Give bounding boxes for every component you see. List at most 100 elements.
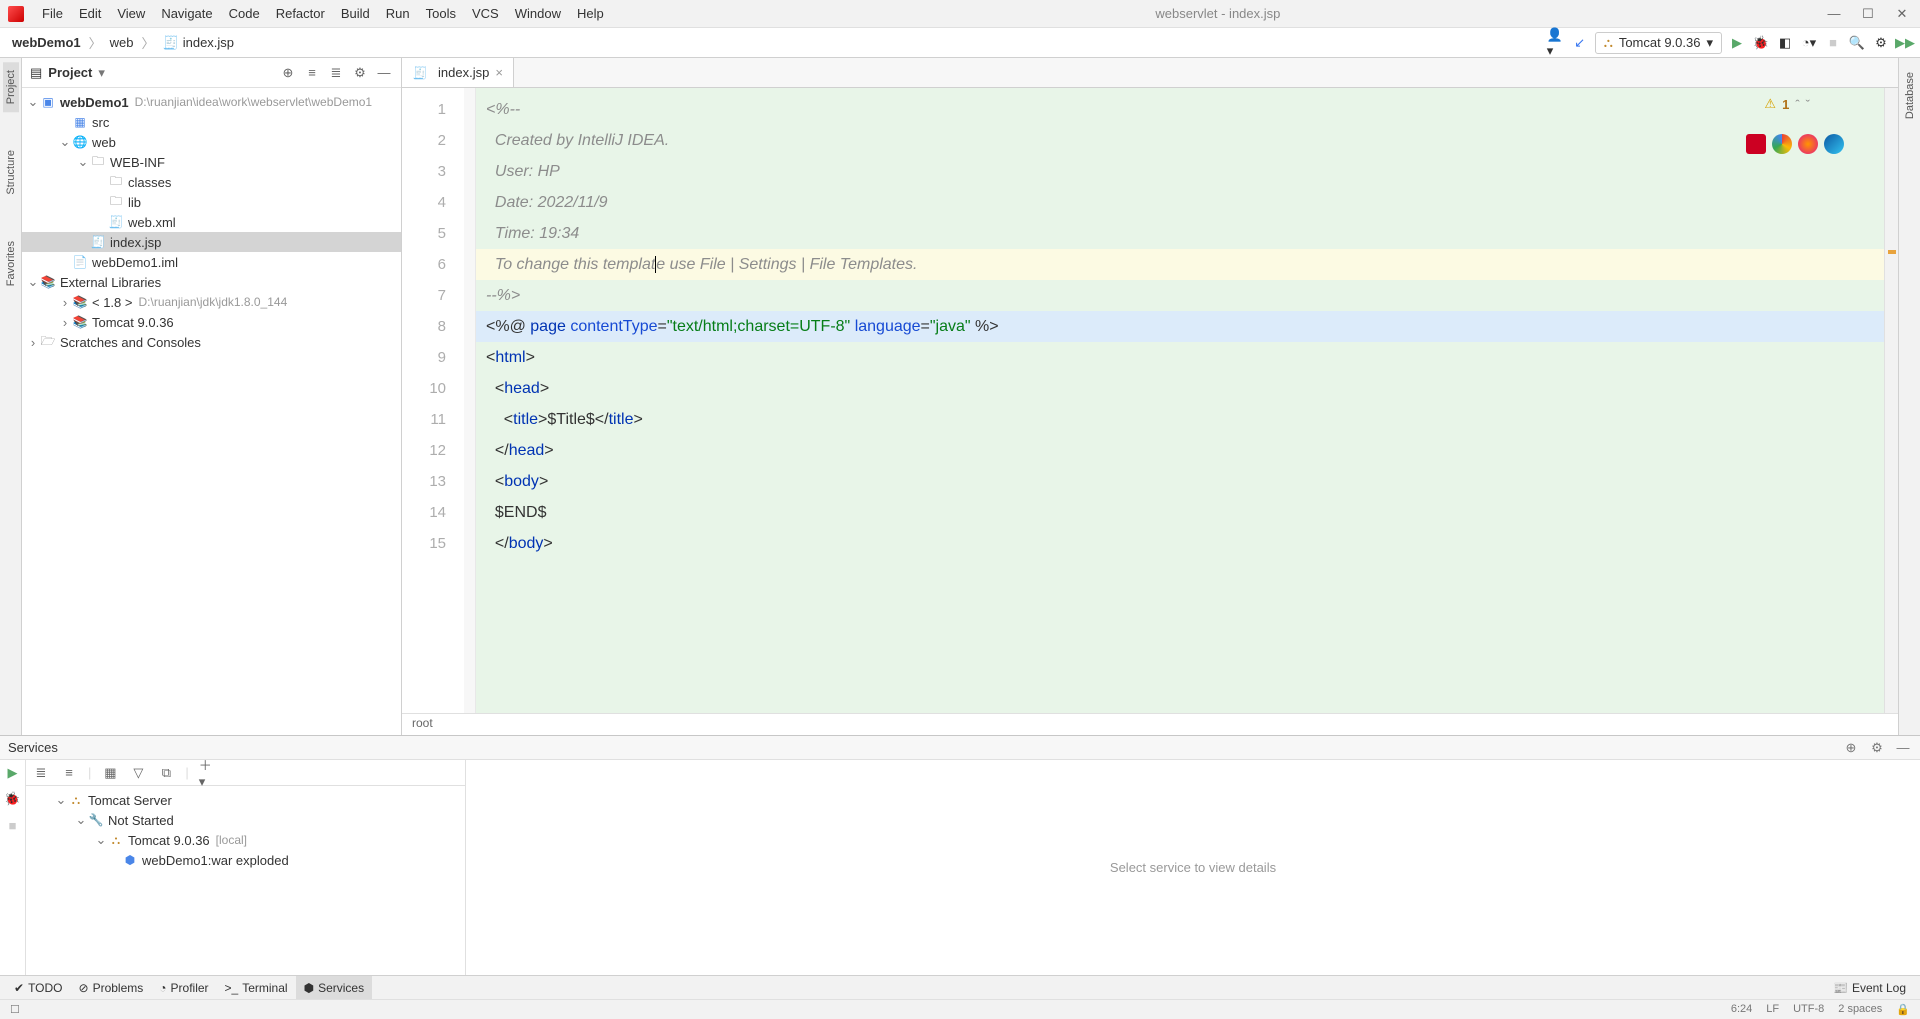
next-problem-icon[interactable]: ˇ <box>1806 97 1810 112</box>
tree-jdk[interactable]: ›📚< 1.8 >D:\ruanjian\jdk\jdk1.8.0_144 <box>22 292 401 312</box>
menu-vcs[interactable]: VCS <box>464 6 507 21</box>
tree-tomcat-lib[interactable]: ›📚Tomcat 9.0.36 <box>22 312 401 332</box>
tree-root[interactable]: ⌄▣ webDemo1 D:\ruanjian\idea\work\webser… <box>22 92 401 112</box>
tree-classes[interactable]: 🗀classes <box>22 172 401 192</box>
error-stripe[interactable] <box>1884 88 1898 713</box>
maximize-icon[interactable]: ☐ <box>1858 6 1878 22</box>
menu-refactor[interactable]: Refactor <box>268 6 333 21</box>
intellij-browser-icon[interactable] <box>1746 134 1766 154</box>
editor-breadcrumb[interactable]: root <box>402 713 1898 735</box>
svc-locate-icon[interactable]: ⊕ <box>1842 739 1860 757</box>
tree-indexjsp[interactable]: 🧾index.jsp <box>22 232 401 252</box>
crumb-0[interactable]: webDemo1 <box>6 33 87 52</box>
tree-webinf[interactable]: ⌄🗀WEB-INF <box>22 152 401 172</box>
add-config-icon[interactable]: 👤▾ <box>1547 34 1565 52</box>
svc-group-icon[interactable]: ▦ <box>101 764 119 782</box>
svc-gear-icon[interactable]: ⚙ <box>1868 739 1886 757</box>
code-line-12[interactable]: </head> <box>486 435 1888 466</box>
code-line-13[interactable]: <body> <box>486 466 1888 497</box>
run-icon[interactable]: ▶ <box>1728 34 1746 52</box>
coverage-icon[interactable]: ◧ <box>1776 34 1794 52</box>
svc-add-icon[interactable]: ＋▾ <box>199 764 217 782</box>
tree-src[interactable]: ▦src <box>22 112 401 132</box>
menu-view[interactable]: View <box>109 6 153 21</box>
status-line-sep[interactable]: LF <box>1766 1003 1779 1016</box>
svc-hide-icon[interactable]: — <box>1894 739 1912 757</box>
collapse-all-icon[interactable]: ≣ <box>327 64 345 82</box>
code-line-14[interactable]: $END$ <box>486 497 1888 528</box>
crumb-2[interactable]: 🧾index.jsp <box>157 33 241 53</box>
menu-run[interactable]: Run <box>378 6 418 21</box>
status-indent[interactable]: 2 spaces <box>1838 1003 1882 1016</box>
build-icon[interactable]: ↙ <box>1571 34 1589 52</box>
status-encoding[interactable]: UTF-8 <box>1793 1003 1824 1016</box>
menu-help[interactable]: Help <box>569 6 612 21</box>
tree-scratches[interactable]: ›🗁Scratches and Consoles <box>22 332 401 352</box>
expand-all-icon[interactable]: ≡ <box>303 64 321 82</box>
tree-lib[interactable]: 🗀lib <box>22 192 401 212</box>
chevron-down-icon[interactable]: ▾ <box>98 65 105 81</box>
crumb-1[interactable]: web <box>104 33 140 52</box>
code-line-6[interactable]: To change this template use File | Setti… <box>476 249 1898 280</box>
status-lock-icon[interactable]: 🔒 <box>1896 1003 1910 1016</box>
code-editor[interactable]: 123456789101112131415 <%-- Created by In… <box>402 88 1898 713</box>
svc-collapse-icon[interactable]: ≡ <box>60 764 78 782</box>
menu-navigate[interactable]: Navigate <box>153 6 220 21</box>
status-tips-icon[interactable]: ☐ <box>10 1003 20 1016</box>
profiler-run-icon[interactable]: ◔▾ <box>1800 34 1818 52</box>
svc-filter-icon[interactable]: ▽ <box>129 764 147 782</box>
locate-icon[interactable]: ⊕ <box>279 64 297 82</box>
tree-iml[interactable]: 📄webDemo1.iml <box>22 252 401 272</box>
menu-edit[interactable]: Edit <box>71 6 109 21</box>
svc-view-icon[interactable]: ⧉ <box>157 764 175 782</box>
code-line-9[interactable]: <html> <box>486 342 1888 373</box>
minimize-icon[interactable]: — <box>1824 6 1844 22</box>
tree-web[interactable]: ⌄🌐web <box>22 132 401 152</box>
rail-structure[interactable]: Structure <box>3 142 19 203</box>
svc-debug-icon[interactable]: 🐞 <box>4 790 22 808</box>
hide-icon[interactable]: — <box>375 64 393 82</box>
svc-artifact-node[interactable]: ⬢webDemo1:war exploded <box>26 850 465 870</box>
debug-icon[interactable]: 🐞 <box>1752 34 1770 52</box>
search-icon[interactable]: 🔍 <box>1848 34 1866 52</box>
tree-webxml[interactable]: 🧾web.xml <box>22 212 401 232</box>
svc-expand-icon[interactable]: ≣ <box>32 764 50 782</box>
firefox-icon[interactable] <box>1798 134 1818 154</box>
code-line-15[interactable]: </body> <box>486 528 1888 559</box>
editor-tab-indexjsp[interactable]: 🧾 index.jsp × <box>402 58 514 87</box>
svc-tomcat-server[interactable]: ⌄⛬Tomcat Server <box>26 790 465 810</box>
tree-external-libraries[interactable]: ⌄📚External Libraries <box>22 272 401 292</box>
breadcrumb[interactable]: webDemo1〉web〉🧾index.jsp <box>6 33 240 53</box>
status-position[interactable]: 6:24 <box>1731 1003 1752 1016</box>
code-line-5[interactable]: Time: 19:34 <box>486 218 1888 249</box>
code-line-1[interactable]: <%-- <box>486 94 1888 125</box>
code-body[interactable]: <%-- Created by IntelliJ IDEA. User: HP … <box>476 88 1898 713</box>
chrome-icon[interactable] <box>1772 134 1792 154</box>
bottom-tab-terminal[interactable]: >_Terminal <box>217 976 296 999</box>
menu-file[interactable]: File <box>34 6 71 21</box>
rail-database[interactable]: Database <box>1902 64 1918 127</box>
edge-icon[interactable] <box>1824 134 1844 154</box>
close-tab-icon[interactable]: × <box>495 65 503 80</box>
run-config-dropdown[interactable]: ⛬ Tomcat 9.0.36 ▾ <box>1595 32 1722 54</box>
close-icon[interactable]: ✕ <box>1892 6 1912 22</box>
code-line-2[interactable]: Created by IntelliJ IDEA. <box>486 125 1888 156</box>
stop-icon[interactable]: ■ <box>1824 34 1842 52</box>
services-tree[interactable]: ⌄⛬Tomcat Server ⌄🔧Not Started ⌄⛬Tomcat 9… <box>26 786 465 975</box>
rail-project[interactable]: Project <box>3 62 19 112</box>
bottom-tab-profiler[interactable]: ◔Profiler <box>151 976 216 999</box>
svc-config-node[interactable]: ⌄⛬Tomcat 9.0.36[local] <box>26 830 465 850</box>
bottom-tab-services[interactable]: ⬢Services <box>296 976 373 999</box>
code-line-4[interactable]: Date: 2022/11/9 <box>486 187 1888 218</box>
menu-code[interactable]: Code <box>221 6 268 21</box>
menu-build[interactable]: Build <box>333 6 378 21</box>
code-line-10[interactable]: <head> <box>486 373 1888 404</box>
prev-problem-icon[interactable]: ˆ <box>1795 97 1799 112</box>
project-tree[interactable]: ⌄▣ webDemo1 D:\ruanjian\idea\work\webser… <box>22 88 401 735</box>
svc-stop-icon[interactable]: ■ <box>4 816 22 834</box>
bottom-tab-problems[interactable]: ⊘Problems <box>71 976 152 999</box>
settings-gear-icon[interactable]: ⚙ <box>1872 34 1890 52</box>
code-line-11[interactable]: <title>$Title$</title> <box>486 404 1888 435</box>
gear-icon[interactable]: ⚙ <box>351 64 369 82</box>
menu-window[interactable]: Window <box>507 6 569 21</box>
